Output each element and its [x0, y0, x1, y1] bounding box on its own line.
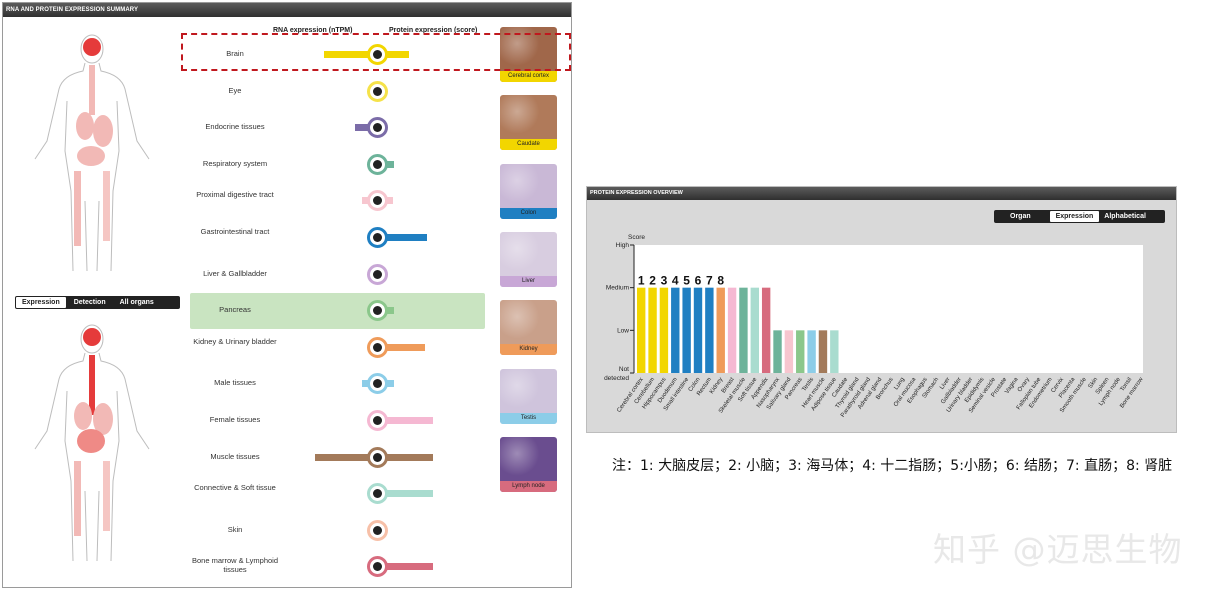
organ-label[interactable]: Connective & Soft tissue — [180, 483, 290, 492]
view-toggle: Expression Detection All organs — [15, 296, 180, 309]
organ-label[interactable]: Male tissues — [180, 378, 290, 387]
bar — [773, 330, 782, 373]
organ-label[interactable]: Kidney & Urinary bladder — [180, 337, 290, 346]
toggle-all-organs[interactable]: All organs — [114, 297, 160, 308]
bar — [705, 287, 714, 373]
protein-expression-chart: ScoreNotdetectedLowMediumHighCerebral co… — [604, 234, 1145, 419]
bar — [727, 287, 737, 373]
bar — [659, 287, 669, 373]
bar-number-label: 2 — [649, 274, 656, 288]
tissue-thumbnail[interactable]: Kidney — [500, 300, 557, 356]
tissue-thumbnail[interactable]: Liver — [500, 231, 557, 287]
organ-icon[interactable] — [367, 446, 388, 468]
organ-icon[interactable] — [367, 153, 388, 175]
organ-icon[interactable] — [367, 190, 388, 212]
watermark: 知乎 @迈思生物 — [933, 530, 1183, 569]
organ-label[interactable]: Endocrine tissues — [180, 122, 290, 131]
body-figure-bottom — [34, 324, 150, 562]
thumbnail-label: Lymph node — [500, 480, 557, 492]
body-figure-top — [34, 34, 150, 272]
bar — [830, 330, 839, 373]
organ-label[interactable]: Bone marrow & Lymphoid tissues — [180, 556, 290, 574]
tissue-thumbnail[interactable]: Colon — [500, 163, 557, 219]
organ-icon[interactable] — [367, 263, 388, 285]
organ-icon[interactable] — [367, 80, 388, 102]
thumbnail-label: Liver — [500, 275, 557, 287]
thumbnail-label: Kidney — [500, 344, 557, 356]
overview-panel-title: PROTEIN EXPRESSION OVERVIEW — [587, 187, 1176, 200]
y-tick-label: Not — [619, 366, 629, 373]
organ-icon[interactable] — [367, 373, 388, 395]
bar — [739, 287, 748, 373]
y-tick-label: detected — [604, 375, 629, 382]
bar-number-label: 1 — [638, 274, 645, 288]
bar — [693, 287, 703, 373]
thumbnail-label: Caudate — [500, 139, 557, 151]
toggle-alphabetical[interactable]: Alphabetical — [1101, 211, 1149, 222]
bar-number-label: 7 — [706, 274, 713, 288]
protein-overview-panel: PROTEIN EXPRESSION OVERVIEW Organ Expres… — [586, 186, 1177, 433]
toggle-expression-sort[interactable]: Expression — [1049, 211, 1100, 222]
bar — [671, 287, 680, 373]
organ-icon[interactable] — [367, 556, 388, 578]
chinese-note: 注：1: 大脑皮层；2: 小脑；3: 海马体；4: 十二指肠；5:小肠；6: 结… — [612, 458, 1173, 474]
organ-icon[interactable] — [367, 483, 388, 505]
bar-number-label: 4 — [672, 274, 679, 288]
y-axis-label: Score — [628, 234, 645, 241]
brain-highlight — [83, 38, 101, 56]
organ-icon[interactable] — [367, 227, 388, 248]
toggle-expression[interactable]: Expression — [16, 297, 66, 308]
expression-summary-panel: RNA AND PROTEIN EXPRESSION SUMMARY Expre… — [2, 2, 572, 588]
overview-toggle: Organ Expression Alphabetical — [994, 210, 1165, 223]
bar — [648, 287, 657, 373]
tissue-thumbnail[interactable]: Lymph node — [500, 436, 557, 492]
bar-number-label: 5 — [683, 274, 690, 288]
thumbnail-label: Cerebral cortex — [500, 71, 557, 82]
bar — [637, 287, 646, 373]
thumbnail-label: Colon — [500, 207, 557, 219]
thumbnail-label: Testis — [500, 412, 557, 424]
organ-icon[interactable] — [367, 410, 388, 431]
bar — [682, 287, 691, 373]
bar-number-label: 8 — [717, 274, 724, 288]
bar — [750, 287, 759, 373]
organ-icon[interactable] — [367, 336, 388, 358]
organ-label[interactable]: Proximal digestive tract — [180, 190, 290, 199]
tissue-thumbnail[interactable]: Testis — [500, 368, 557, 424]
bar-number-label: 6 — [695, 274, 702, 288]
y-tick-label: Low — [617, 327, 629, 334]
bar — [761, 287, 771, 373]
summary-panel-title: RNA AND PROTEIN EXPRESSION SUMMARY — [3, 3, 571, 17]
organ-label[interactable]: Muscle tissues — [180, 452, 290, 461]
organ-label[interactable]: Gastrointestinal tract — [180, 227, 290, 236]
bar — [807, 330, 816, 373]
brain-row-highlight-box — [181, 33, 571, 71]
organ-label[interactable]: Skin — [180, 525, 290, 534]
organ-label[interactable]: Eye — [180, 86, 290, 95]
organ-icon[interactable] — [367, 117, 388, 139]
y-tick-label: High — [616, 242, 630, 249]
organ-label[interactable]: Pancreas — [180, 305, 290, 314]
y-tick-label: Medium — [606, 285, 629, 292]
tissue-thumbnail[interactable]: Caudate — [500, 95, 557, 151]
bar — [796, 330, 805, 373]
bar — [784, 330, 794, 373]
toggle-organ[interactable]: Organ — [994, 211, 1047, 222]
toggle-detection[interactable]: Detection — [68, 297, 112, 308]
organ-icon[interactable] — [367, 519, 388, 541]
bar-number-label: 3 — [661, 274, 668, 288]
bar — [818, 330, 828, 373]
organ-label[interactable]: Female tissues — [180, 415, 290, 424]
organ-label[interactable]: Liver & Gallbladder — [180, 269, 290, 278]
bar — [716, 287, 725, 373]
organ-label[interactable]: Respiratory system — [180, 159, 290, 168]
